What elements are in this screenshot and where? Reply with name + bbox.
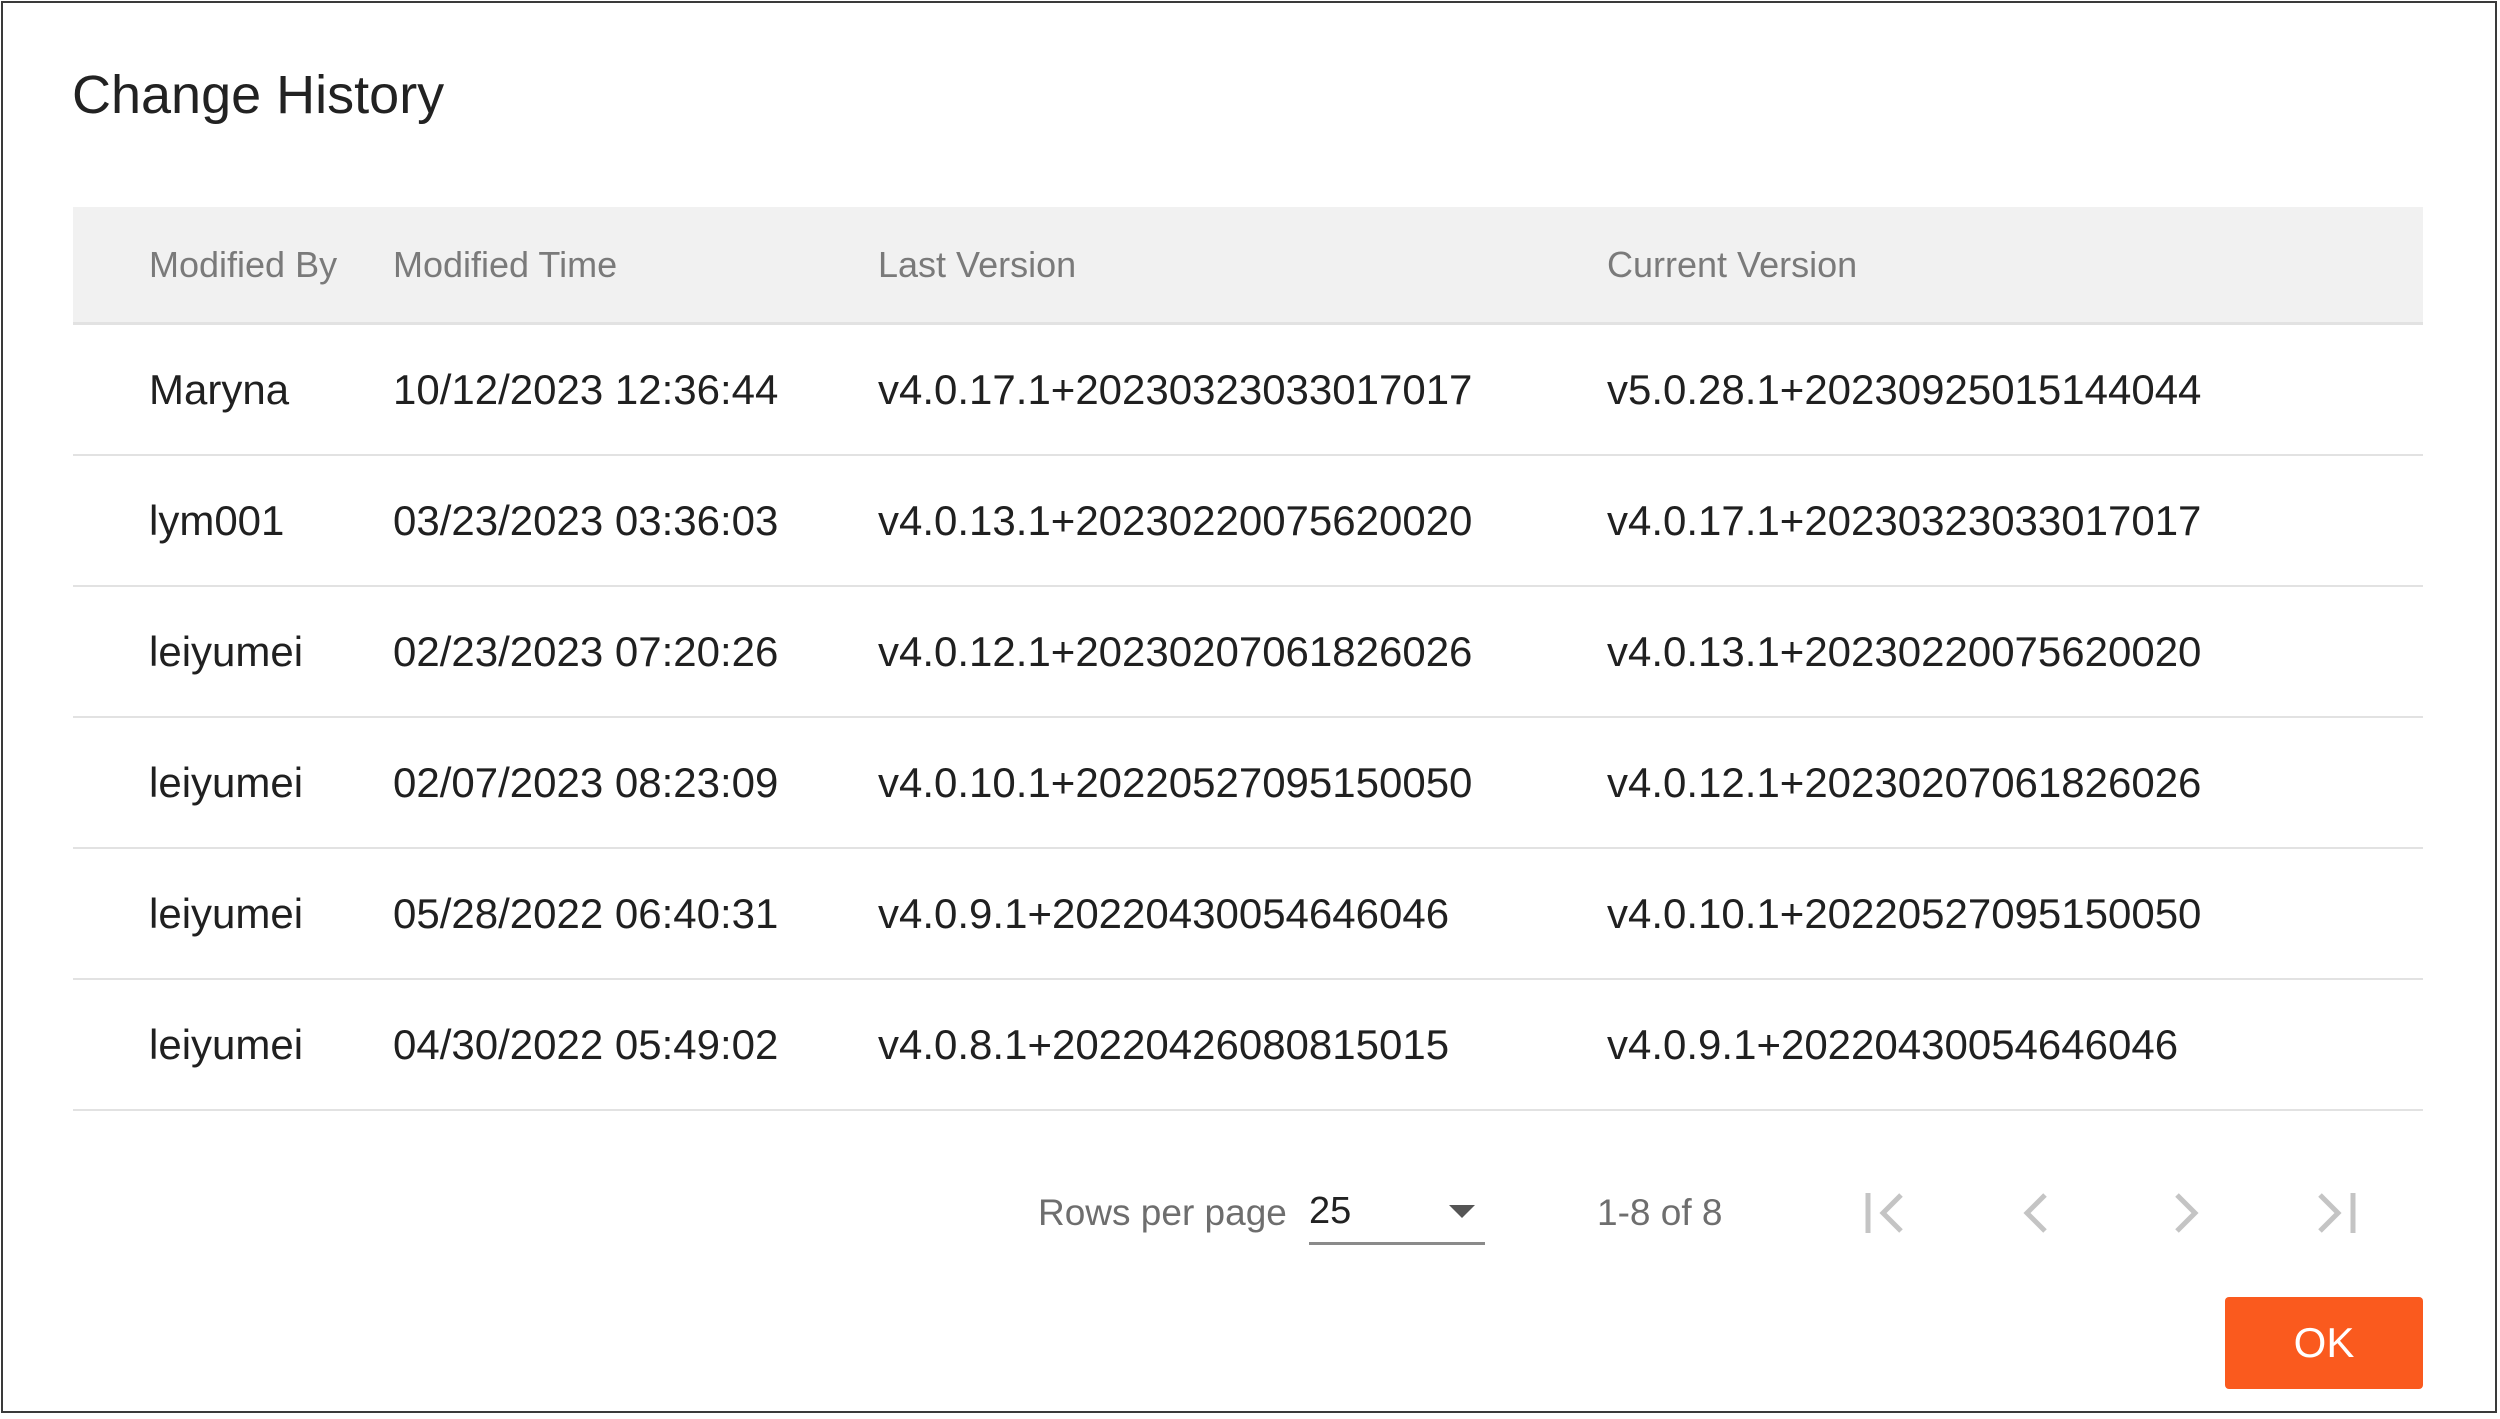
cell-modified-by: leiyumei [149,1021,304,1068]
cell-modified-time: 02/23/2023 07:20:26 [393,628,779,675]
first-page-button[interactable] [1845,1173,1925,1253]
dropdown-caret-icon [1449,1205,1475,1218]
cell-current-version: v5.0.28.1+20230925015144044 [1607,366,2202,413]
table-row: Maryna 10/12/2023 12:36:44 v4.0.17.1+202… [73,325,2423,456]
column-header-modified-time: Modified Time [393,244,618,285]
cell-last-version: v4.0.9.1+20220430054646046 [878,890,1450,937]
cell-current-version: v4.0.12.1+20230207061826026 [1607,759,2202,806]
next-page-icon [2175,1193,2199,1233]
rows-per-page-select[interactable]: 25 [1309,1179,1485,1245]
table-row: leiyumei 02/23/2023 07:20:26 v4.0.12.1+2… [73,587,2423,718]
last-page-icon [2318,1193,2356,1233]
column-header-last-version: Last Version [878,244,1077,285]
cell-current-version: v4.0.13.1+20230220075620020 [1607,628,2202,675]
cell-current-version: v4.0.9.1+20220430054646046 [1607,1021,2179,1068]
table-header: Modified By Modified Time Last Version C… [73,207,2423,325]
column-header-modified-by: Modified By [149,244,338,285]
change-history-table: Modified By Modified Time Last Version C… [73,207,2423,1111]
cell-modified-by: leiyumei [149,628,304,675]
cell-modified-time: 02/07/2023 08:23:09 [393,759,779,806]
column-header-current-version: Current Version [1607,244,1858,285]
next-page-button[interactable] [2146,1173,2226,1253]
dialog-title: Change History [72,65,445,125]
cell-last-version: v4.0.17.1+20230323033017017 [878,366,1473,413]
table-row: leiyumei 02/07/2023 08:23:09 v4.0.10.1+2… [73,718,2423,849]
change-history-dialog: Change History Modified By Modified Time… [1,1,2497,1413]
pagination-range: 1-8 of 8 [1597,1192,1723,1233]
first-page-icon [1865,1193,1903,1233]
last-page-button[interactable] [2296,1173,2376,1253]
table-row: leiyumei 05/28/2022 06:40:31 v4.0.9.1+20… [73,849,2423,980]
rows-per-page-value: 25 [1309,1190,1352,1232]
cell-last-version: v4.0.10.1+20220527095150050 [878,759,1473,806]
table-row: lym001 03/23/2023 03:36:03 v4.0.13.1+202… [73,456,2423,587]
rows-per-page-label: Rows per page [1038,1192,1287,1233]
cell-modified-by: leiyumei [149,890,304,937]
previous-page-button[interactable] [1996,1173,2076,1253]
cell-modified-by: lym001 [149,497,285,544]
cell-modified-time: 04/30/2022 05:49:02 [393,1021,779,1068]
cell-current-version: v4.0.10.1+20220527095150050 [1607,890,2202,937]
cell-modified-by: Maryna [149,366,290,413]
cell-modified-time: 05/28/2022 06:40:31 [393,890,779,937]
cell-last-version: v4.0.12.1+20230207061826026 [878,628,1473,675]
cell-modified-time: 10/12/2023 12:36:44 [393,366,779,413]
pagination: Rows per page 25 1-8 of 8 [3,1173,2499,1253]
ok-button[interactable]: OK [2225,1297,2423,1389]
cell-modified-time: 03/23/2023 03:36:03 [393,497,779,544]
cell-current-version: v4.0.17.1+20230323033017017 [1607,497,2202,544]
cell-last-version: v4.0.8.1+20220426080815015 [878,1021,1450,1068]
cell-modified-by: leiyumei [149,759,304,806]
cell-last-version: v4.0.13.1+20230220075620020 [878,497,1473,544]
table-row: leiyumei 04/30/2022 05:49:02 v4.0.8.1+20… [73,980,2423,1111]
previous-page-icon [2023,1193,2047,1233]
